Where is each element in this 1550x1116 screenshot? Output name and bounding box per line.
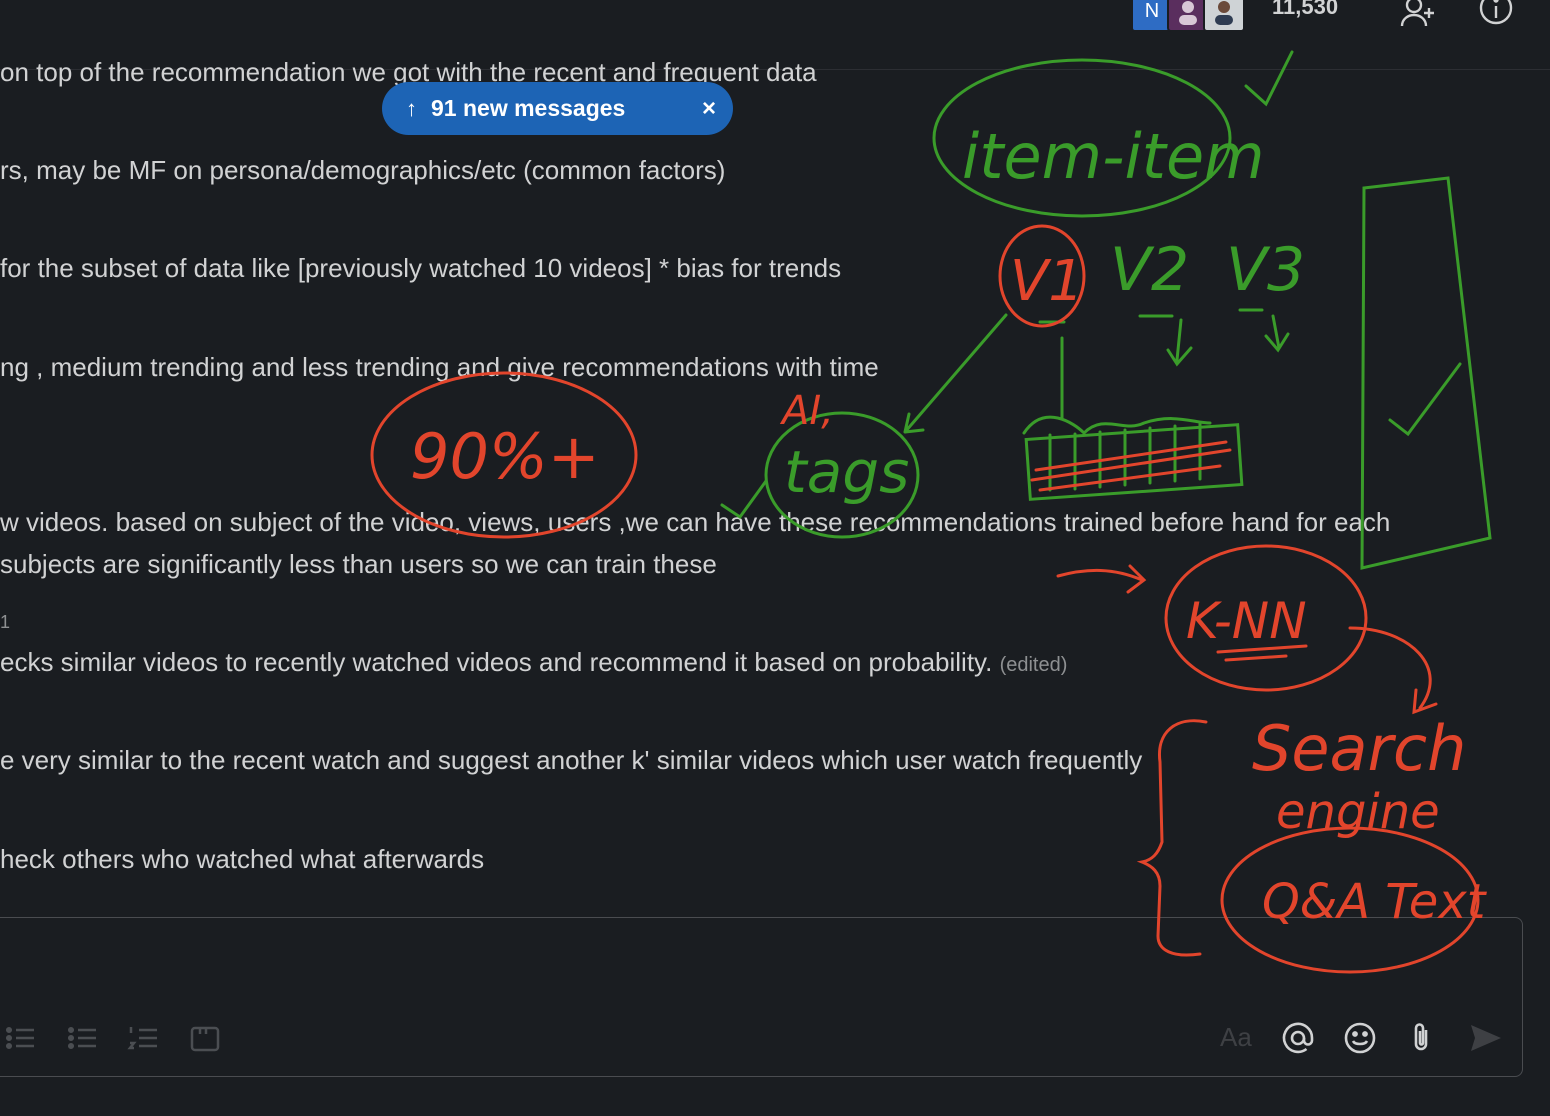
annotation-label: Search — [1252, 712, 1466, 785]
table-sketch — [1024, 423, 1244, 501]
member-avatars[interactable]: N — [1131, 0, 1245, 32]
annotation-label: item-item — [962, 120, 1265, 193]
attach-icon[interactable] — [1404, 1020, 1440, 1056]
mention-icon[interactable] — [1280, 1020, 1316, 1056]
message-text: ng , medium trending and less trending a… — [0, 352, 879, 382]
arrow-icon — [1056, 564, 1147, 594]
add-member-icon[interactable] — [1400, 0, 1436, 30]
code-block-icon[interactable] — [189, 1022, 221, 1054]
annotation-label: V1 — [1010, 249, 1084, 314]
message-text: rs, may be MF on persona/demographics/et… — [0, 155, 726, 185]
message-text: subjects are significantly less than use… — [0, 549, 717, 579]
new-messages-label[interactable]: 91 new messages — [431, 95, 685, 122]
message-fragment: 1 — [0, 612, 11, 632]
item-item-circle — [932, 58, 1232, 218]
message-text: for the subset of data like [previously … — [0, 253, 842, 283]
annotation-label: engine — [1276, 784, 1440, 840]
annotation-label: K-NN — [1186, 592, 1307, 650]
message-text: w videos. based on subject of the video,… — [0, 507, 1391, 537]
message-text: ecks similar videos to recently watched … — [0, 646, 1067, 681]
message-text: heck others who watched what afterwards — [0, 844, 485, 874]
user-photo-icon — [1215, 1, 1233, 25]
emoji-icon[interactable] — [1342, 1020, 1378, 1056]
annotation-label: V2 — [1110, 235, 1189, 305]
message-body: ecks similar videos to recently watched … — [0, 647, 993, 677]
formatting-toggle[interactable]: Aa — [1220, 1022, 1252, 1053]
arrow-icon — [1060, 314, 1290, 420]
info-icon[interactable] — [1478, 0, 1514, 30]
table-sketch — [1048, 422, 1202, 492]
annotation-label: AI, — [779, 388, 834, 434]
send-icon[interactable] — [1468, 1020, 1504, 1056]
edited-label: (edited) — [999, 654, 1068, 676]
annotation-label: V3 — [1226, 235, 1305, 305]
arrow-up-icon: ↑ — [406, 95, 417, 121]
check-mark-icon — [1388, 362, 1462, 437]
new-messages-pill[interactable]: ↑ 91 new messages × — [382, 82, 733, 135]
ordered-list-icon[interactable] — [127, 1022, 159, 1054]
numbered-list-icon[interactable] — [66, 1022, 98, 1054]
v1-circle — [998, 224, 1086, 328]
strike-line — [1030, 440, 1232, 492]
user-photo-icon — [1179, 1, 1197, 25]
knn-circle — [1164, 544, 1368, 692]
underline — [1038, 308, 1264, 324]
annotation-label: 90%+ — [410, 420, 600, 493]
arrow-icon — [903, 313, 1008, 434]
member-count[interactable]: 11,530 — [1272, 0, 1338, 20]
arrow-icon — [1348, 626, 1438, 715]
close-icon[interactable]: × — [685, 95, 733, 123]
curly-brace — [1022, 415, 1212, 436]
annotation-label: tags — [784, 438, 909, 506]
bullet-list-icon[interactable] — [4, 1022, 36, 1054]
avatar[interactable] — [1203, 0, 1245, 32]
message-text: e very similar to the recent watch and s… — [0, 745, 1143, 775]
underline — [1216, 644, 1308, 662]
